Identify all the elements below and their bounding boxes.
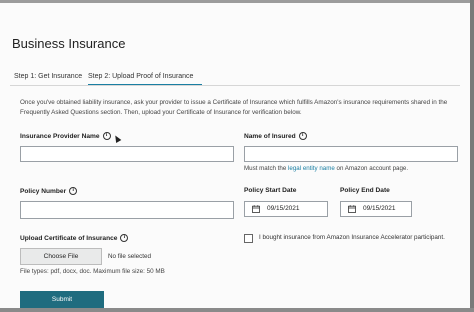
policy-number-label-text: Policy Number: [20, 187, 67, 195]
name-of-insured-label: Name of Insured i: [244, 132, 307, 140]
info-icon[interactable]: i: [69, 187, 78, 195]
policy-start-date-input[interactable]: 09/15/2021: [244, 201, 328, 217]
policy-number-label: Policy Number i: [20, 187, 78, 195]
submit-button[interactable]: Submit: [20, 291, 104, 308]
tab-get-insurance[interactable]: Step 1: Get Insurance: [14, 73, 82, 80]
insurance-provider-label-text: Insurance Provider Name: [20, 132, 100, 140]
insurance-provider-input[interactable]: [20, 146, 234, 162]
legal-entity-link[interactable]: legal entity name: [288, 165, 335, 172]
policy-start-date-label: Policy Start Date: [244, 187, 297, 194]
bottom-border: [0, 308, 474, 312]
calendar-icon: [252, 205, 260, 213]
calendar-icon: [348, 205, 356, 213]
top-border: [0, 0, 474, 3]
upload-certificate-label: Upload Certificate of Insurance i: [20, 234, 129, 242]
tab-upload-proof[interactable]: Step 2: Upload Proof of Insurance: [88, 73, 193, 80]
upload-certificate-label-text: Upload Certificate of Insurance: [20, 234, 118, 242]
policy-start-date-value: 09/15/2021: [267, 205, 300, 212]
right-border: [470, 0, 474, 312]
no-file-selected-text: No file selected: [108, 253, 152, 260]
file-types-text: File types: pdf, docx, doc. Maximum file…: [20, 268, 165, 275]
page-title: Business Insurance: [12, 36, 126, 51]
policy-end-date-value: 09/15/2021: [363, 205, 396, 212]
choose-file-button[interactable]: Choose File: [20, 248, 102, 265]
name-of-insured-input[interactable]: [244, 146, 458, 162]
name-of-insured-label-text: Name of Insured: [244, 132, 296, 140]
intro-text: Once you've obtained liability insurance…: [20, 99, 448, 116]
info-icon[interactable]: i: [120, 234, 129, 242]
name-of-insured-helper: Must match the legal entity name on Amaz…: [244, 165, 408, 172]
helper-text-after: on Amazon account page.: [334, 165, 409, 172]
helper-text-before: Must match the: [244, 165, 289, 172]
accelerator-checkbox-label: I bought insurance from Amazon Insurance…: [259, 234, 445, 241]
policy-end-date-input[interactable]: 09/15/2021: [340, 201, 412, 217]
tab-divider: [10, 85, 460, 86]
info-icon[interactable]: i: [298, 132, 307, 140]
policy-end-date-label: Policy End Date: [340, 187, 390, 194]
info-icon[interactable]: i: [102, 132, 111, 140]
accelerator-checkbox[interactable]: [244, 234, 253, 243]
insurance-provider-label: Insurance Provider Name i: [20, 132, 111, 140]
policy-number-input[interactable]: [20, 201, 234, 219]
